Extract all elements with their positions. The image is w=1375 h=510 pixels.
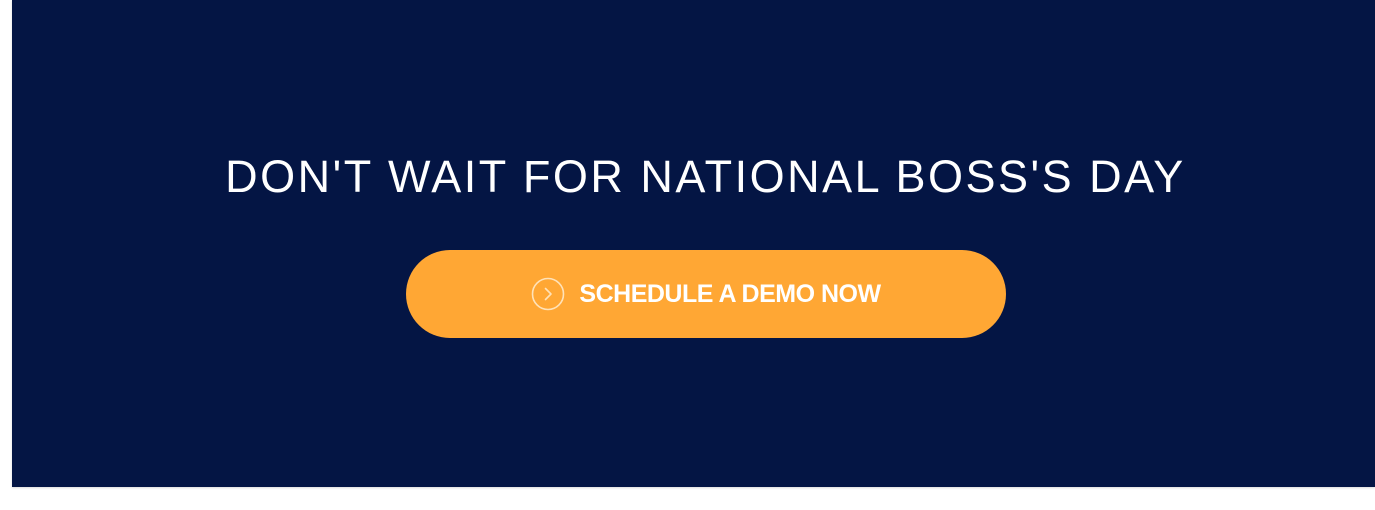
schedule-demo-label: SCHEDULE A DEMO NOW	[579, 279, 881, 308]
cta-banner: DON'T WAIT FOR NATIONAL BOSS'S DAY SCHED…	[12, 0, 1375, 487]
banner-headline: DON'T WAIT FOR NATIONAL BOSS'S DAY	[225, 151, 1186, 202]
schedule-demo-button[interactable]: SCHEDULE A DEMO NOW	[406, 250, 1006, 338]
page: DON'T WAIT FOR NATIONAL BOSS'S DAY SCHED…	[0, 0, 1375, 510]
chevron-right-circle-icon	[531, 277, 565, 311]
